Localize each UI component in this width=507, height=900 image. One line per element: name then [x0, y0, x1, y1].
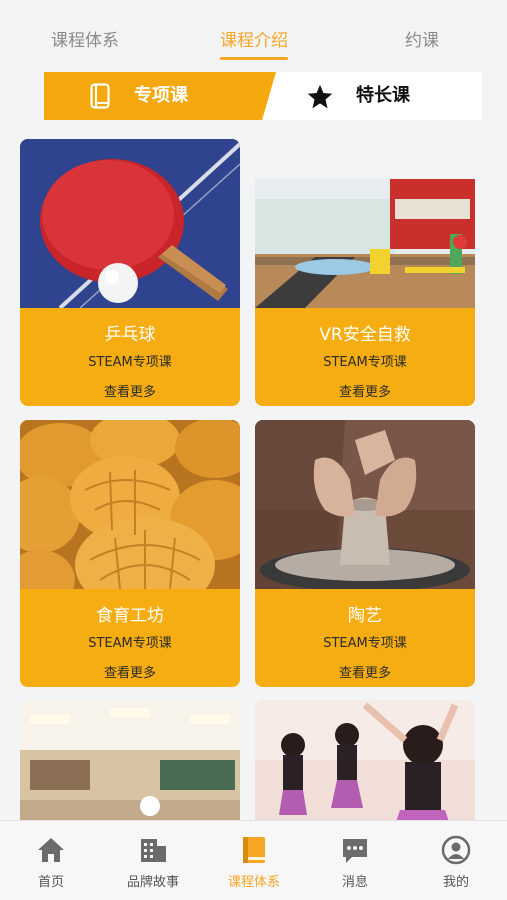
- nav-home[interactable]: 首页: [11, 831, 91, 895]
- card-info: VR安全自救 STEAM专项课 查看更多: [255, 308, 475, 406]
- course-type-switch: 专项课 特长课: [44, 72, 482, 120]
- book-icon: [90, 83, 110, 109]
- course-card-vr-safety[interactable]: VR安全自救 STEAM专项课 查看更多: [255, 139, 475, 406]
- nav-profile-label: 我的: [442, 875, 469, 890]
- star-icon: [307, 84, 333, 109]
- course-card-pingpong[interactable]: 乒乓球 STEAM专项课 查看更多: [20, 139, 240, 406]
- pineapple-buns-image: [20, 420, 240, 589]
- nav-course-system-label: 课程体系: [227, 875, 280, 890]
- card-info: 陶艺 STEAM专项课 查看更多: [255, 589, 475, 687]
- course-card-classroom[interactable]: [20, 700, 240, 830]
- view-more-link[interactable]: 查看更多: [20, 665, 240, 683]
- card-subtitle: STEAM专项课: [88, 355, 172, 370]
- tab-course-system[interactable]: 课程体系: [51, 30, 119, 52]
- nav-profile[interactable]: 我的: [416, 831, 496, 895]
- card-info: 食育工坊 STEAM专项课 查看更多: [20, 589, 240, 687]
- card-subtitle: STEAM专项课: [88, 636, 172, 651]
- home-icon: [38, 838, 64, 862]
- chat-icon: [343, 839, 367, 863]
- pottery-wheel-image: [255, 420, 475, 589]
- segment-special-label: 专项课: [134, 85, 188, 106]
- nav-messages-label: 消息: [341, 875, 368, 890]
- tab-course-intro[interactable]: 课程介绍: [220, 30, 288, 52]
- safety-classroom-image: [255, 139, 475, 308]
- bottom-navigation: 首页 品牌故事 课程体系 消息 我的: [0, 820, 507, 900]
- ballet-dancers-image: [255, 700, 475, 830]
- card-title: 乒乓球: [104, 325, 156, 345]
- book-icon: [243, 837, 265, 863]
- classroom-image: [20, 700, 240, 830]
- card-subtitle: STEAM专项课: [323, 355, 407, 370]
- nav-home-label: 首页: [37, 875, 64, 890]
- nav-brand-story-label: 品牌故事: [126, 875, 179, 890]
- user-icon: [441, 835, 471, 865]
- card-info: 乒乓球 STEAM专项课 查看更多: [20, 308, 240, 406]
- card-subtitle: STEAM专项课: [323, 636, 407, 651]
- card-title: 陶艺: [348, 606, 382, 626]
- nav-course-system[interactable]: 课程体系: [214, 831, 294, 895]
- view-more-link[interactable]: 查看更多: [20, 384, 240, 402]
- view-more-link[interactable]: 查看更多: [255, 384, 475, 402]
- segment-special-course[interactable]: 专项课: [44, 72, 276, 120]
- segment-talent-label[interactable]: 特长课: [356, 85, 410, 107]
- ping-pong-paddle-image: [20, 139, 240, 308]
- active-tab-indicator: [220, 57, 288, 60]
- view-more-link[interactable]: 查看更多: [255, 665, 475, 683]
- nav-brand-story[interactable]: 品牌故事: [113, 831, 193, 895]
- tab-booking[interactable]: 约课: [405, 30, 439, 52]
- top-tab-bar: 课程体系 课程介绍 约课: [0, 0, 507, 64]
- course-card-ballet[interactable]: [255, 700, 475, 830]
- building-icon: [141, 839, 166, 862]
- course-card-pottery[interactable]: 陶艺 STEAM专项课 查看更多: [255, 420, 475, 687]
- course-card-food[interactable]: 食育工坊 STEAM专项课 查看更多: [20, 420, 240, 687]
- card-title: 食育工坊: [96, 606, 164, 626]
- nav-messages[interactable]: 消息: [315, 831, 395, 895]
- card-title: VR安全自救: [319, 325, 411, 345]
